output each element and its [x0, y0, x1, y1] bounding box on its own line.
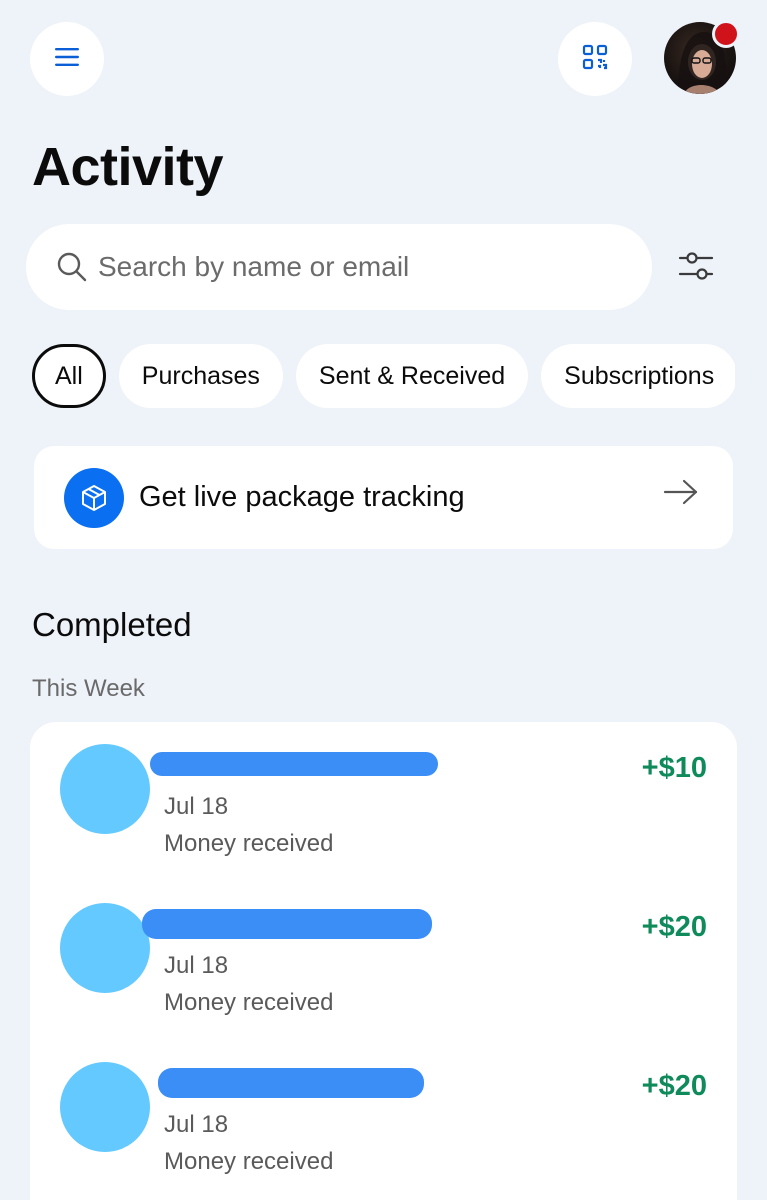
qr-code-button[interactable]: [558, 22, 632, 96]
qr-code-icon: [582, 44, 608, 75]
transaction-row[interactable]: Jul 18 Money received +$10: [30, 722, 737, 882]
notification-badge: [712, 20, 740, 48]
transaction-description: Money received: [164, 830, 334, 857]
package-icon: [64, 467, 124, 528]
hamburger-menu-icon: [54, 47, 80, 72]
section-period: This Week: [32, 675, 145, 702]
chip-purchases[interactable]: Purchases: [118, 344, 283, 408]
search-input[interactable]: [98, 251, 618, 283]
contact-avatar: [60, 744, 150, 834]
transaction-description: Money received: [164, 1148, 334, 1175]
transaction-row[interactable]: Jul 18 Money received +$20: [30, 1040, 737, 1200]
search-bar[interactable]: [26, 224, 652, 310]
chip-all[interactable]: All: [32, 344, 106, 408]
section-title: Completed: [32, 606, 192, 643]
redacted-name: [142, 909, 432, 939]
transaction-amount: +$20: [641, 911, 707, 943]
transaction-date: Jul 18: [164, 952, 229, 979]
redacted-name: [150, 752, 438, 776]
redacted-name: [158, 1068, 424, 1098]
transaction-date: Jul 18: [164, 793, 229, 820]
transaction-list: Jul 18 Money received +$10 Jul 18 Money …: [30, 722, 737, 1200]
page-title: Activity: [32, 137, 224, 197]
package-tracking-card[interactable]: Get live package tracking: [34, 446, 733, 549]
contact-avatar: [60, 903, 150, 993]
transaction-amount: +$20: [641, 1070, 707, 1102]
activity-screen: Activity AllPurchasesSent & ReceivedSubs…: [0, 0, 767, 1200]
filter-chips: All Purchases Sent & Received Subscriptions: [32, 344, 735, 408]
tracking-label: Get live package tracking: [139, 481, 465, 513]
menu-button[interactable]: [30, 22, 104, 96]
filter-button[interactable]: [672, 244, 720, 292]
chip-sent-received[interactable]: Sent & Received: [295, 344, 529, 408]
arrow-right-icon: [663, 478, 699, 511]
chip-subscriptions[interactable]: Subscriptions: [541, 344, 735, 408]
search-icon: [56, 251, 88, 283]
contact-avatar: [60, 1062, 150, 1152]
transaction-row[interactable]: Jul 18 Money received +$20: [30, 881, 737, 1041]
sliders-icon: [678, 250, 714, 287]
transaction-description: Money received: [164, 989, 334, 1016]
transaction-date: Jul 18: [164, 1111, 229, 1138]
transaction-amount: +$10: [641, 752, 707, 784]
